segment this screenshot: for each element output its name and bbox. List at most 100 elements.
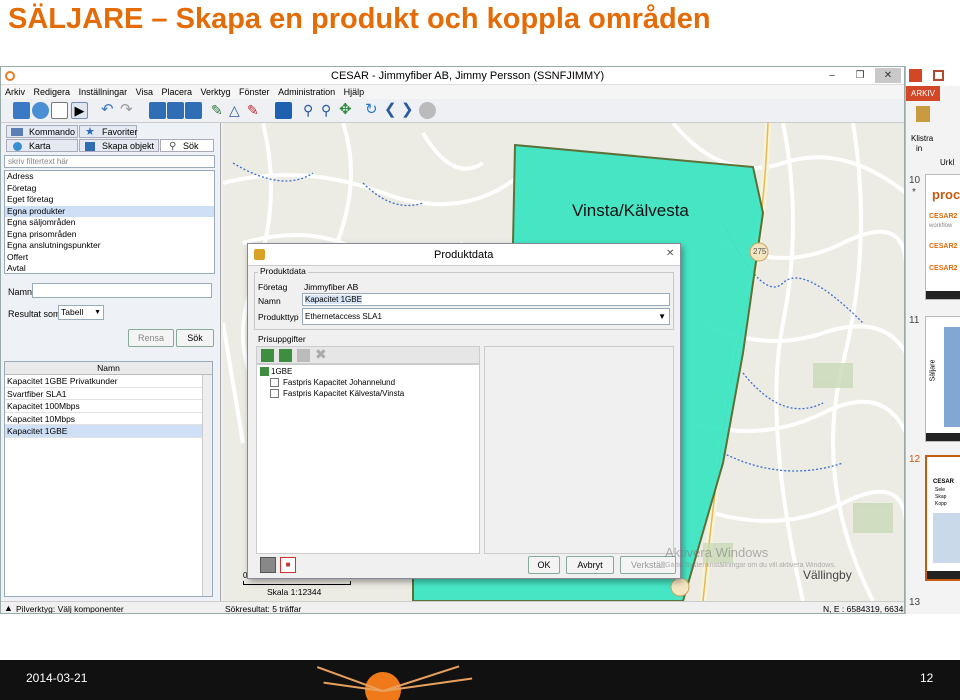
cancel-button[interactable]: Avbryt bbox=[566, 556, 614, 574]
table-header-name[interactable]: Namn bbox=[97, 363, 120, 373]
list-item-egna-anslutningspunkter[interactable]: Egna anslutningspunkter bbox=[5, 240, 214, 252]
ok-button[interactable]: OK bbox=[528, 556, 560, 574]
objects-icon[interactable] bbox=[149, 102, 166, 119]
slide-thumbnail-12-active[interactable]: CESAR Sele Skap Kopp bbox=[925, 455, 960, 581]
save-icon[interactable] bbox=[933, 70, 944, 81]
table-row[interactable]: Kapacitet 100Mbps bbox=[5, 400, 212, 413]
stop-icon[interactable] bbox=[419, 102, 436, 119]
tab-favoriter[interactable]: ★ Favoriter bbox=[79, 125, 138, 138]
footer-page-number: 12 bbox=[920, 671, 934, 685]
checkbox[interactable] bbox=[270, 378, 279, 388]
thumb10-footer bbox=[926, 291, 960, 299]
list-item-avtal[interactable]: Avtal bbox=[5, 263, 214, 273]
tab-sok[interactable]: ⚲ Sök bbox=[160, 139, 214, 152]
table-row[interactable]: Kapacitet 10Mbps bbox=[5, 413, 212, 425]
menu-fonster[interactable]: Fönster bbox=[239, 85, 270, 99]
status-bar: ▲ Pilverktyg: Välj komponenter Sökresult… bbox=[1, 601, 904, 614]
list-item-foretag[interactable]: Företag bbox=[5, 183, 214, 195]
zoom-out-icon[interactable]: ⚲ bbox=[321, 102, 338, 119]
company-label: Företag bbox=[258, 282, 288, 292]
add-area-icon[interactable] bbox=[279, 349, 292, 362]
tree-item[interactable]: Fastpris Kapacitet Johannelund bbox=[270, 378, 395, 388]
menu-arkiv[interactable]: Arkiv bbox=[5, 85, 25, 99]
list-item-egna-produkter[interactable]: Egna produkter bbox=[5, 205, 214, 217]
layers-icon[interactable] bbox=[13, 102, 30, 119]
result-as-select[interactable]: Tabell ▼ bbox=[58, 305, 104, 320]
list-item-egna-prisomraden[interactable]: Egna prisområden bbox=[5, 229, 214, 241]
paste-label: Klistra bbox=[911, 134, 934, 143]
table-row[interactable]: Kapacitet 1GBE Privatkunder bbox=[5, 375, 212, 388]
cesar-window: CESAR - Jimmyfiber AB, Jimmy Persson (SS… bbox=[0, 66, 905, 614]
table-scrollbar[interactable] bbox=[202, 375, 212, 596]
dialog-close-icon[interactable]: ✕ bbox=[666, 248, 674, 259]
checkbox[interactable] bbox=[270, 389, 279, 399]
tree-item[interactable]: Fastpris Kapacitet Kälvesta/Vinsta bbox=[270, 389, 404, 399]
menu-verktyg[interactable]: Verktyg bbox=[201, 85, 231, 99]
draw-polygon-icon[interactable]: △ bbox=[229, 102, 246, 119]
thumb11-footer bbox=[926, 433, 960, 441]
status-results: Sökresultat: 5 träffar bbox=[225, 604, 302, 614]
name-field[interactable] bbox=[32, 283, 212, 298]
pointer-icon[interactable]: ▶ bbox=[71, 102, 88, 119]
paste-icon[interactable] bbox=[916, 106, 930, 122]
menu-installningar[interactable]: Inställningar bbox=[79, 85, 128, 99]
close-icon[interactable]: ✕ bbox=[875, 68, 901, 83]
list-item-adress[interactable]: Adress bbox=[5, 171, 214, 183]
product-name-field[interactable]: Kapacitet 1GBE bbox=[302, 293, 670, 306]
slide-thumbnail-10[interactable]: proc CESAR2 workflow CESAR2 CESAR2 bbox=[925, 174, 960, 300]
thumb10-item: CESAR2 bbox=[929, 243, 958, 250]
draw-line-icon[interactable]: ✎ bbox=[211, 102, 228, 119]
list-item-offert[interactable]: Offert bbox=[5, 252, 214, 264]
dialog-title: Produktdata bbox=[434, 249, 494, 261]
menu-administration[interactable]: Administration bbox=[278, 85, 335, 99]
slide-thumbnail-11[interactable]: Säljare bbox=[925, 316, 960, 442]
tab-karta[interactable]: Karta bbox=[6, 139, 78, 152]
tree-root[interactable]: 1GBE bbox=[260, 367, 292, 377]
company-value: Jimmyfiber AB bbox=[304, 282, 359, 292]
tab-skapa-objekt-label: Skapa objekt bbox=[102, 141, 155, 151]
back-icon[interactable]: ❮ bbox=[384, 102, 401, 119]
menu-hjalp[interactable]: Hjälp bbox=[344, 85, 365, 99]
product-type-select[interactable]: Ethernetaccess SLA1 ▼ bbox=[302, 308, 670, 325]
objects-add-icon[interactable] bbox=[167, 102, 184, 119]
list-item-egna-saljomraden[interactable]: Egna säljområden bbox=[5, 217, 214, 229]
menu-visa[interactable]: Visa bbox=[136, 85, 153, 99]
object-type-list[interactable]: Adress Företag Eget företag Egna produkt… bbox=[4, 170, 215, 274]
table-row-selected[interactable]: Kapacitet 1GBE bbox=[5, 425, 212, 438]
thumb-number-13: 13 bbox=[909, 597, 921, 608]
delete-price-icon[interactable]: ✖ bbox=[315, 346, 327, 363]
refresh-icon[interactable]: ↻ bbox=[365, 102, 382, 119]
zoom-in-icon[interactable]: ⚲ bbox=[303, 102, 320, 119]
redo-icon[interactable]: ↷ bbox=[120, 102, 137, 119]
add-price-icon[interactable] bbox=[261, 349, 274, 362]
box-icon[interactable] bbox=[275, 102, 292, 119]
list-item-eget-foretag[interactable]: Eget företag bbox=[5, 194, 214, 206]
menu-redigera[interactable]: Redigera bbox=[34, 85, 71, 99]
menu-placera[interactable]: Placera bbox=[161, 85, 192, 99]
edit-icon[interactable]: ✎ bbox=[247, 102, 264, 119]
pdf-icon[interactable]: ■ bbox=[280, 557, 296, 573]
tab-favoriter-label: Favoriter bbox=[102, 127, 138, 137]
filter-input[interactable]: skriv filtertext här bbox=[4, 155, 215, 168]
restore-icon[interactable]: ❐ bbox=[847, 68, 873, 83]
forward-icon[interactable]: ❯ bbox=[401, 102, 418, 119]
objects-group-icon[interactable] bbox=[185, 102, 202, 119]
document-icon[interactable] bbox=[51, 102, 68, 119]
undo-icon[interactable]: ↶ bbox=[101, 102, 118, 119]
thumb10-item: CESAR2 bbox=[929, 265, 958, 272]
clear-button[interactable]: Rensa bbox=[128, 329, 174, 347]
save-icon[interactable] bbox=[260, 557, 276, 573]
table-row[interactable]: Svartfiber SLA1 bbox=[5, 388, 212, 400]
ppt-file-tab[interactable]: ARKIV bbox=[906, 86, 940, 101]
search-button[interactable]: Sök bbox=[176, 329, 214, 347]
place-label: Vällingby bbox=[803, 568, 852, 582]
edit-price-icon[interactable] bbox=[297, 349, 310, 362]
product-type-value: Ethernetaccess SLA1 bbox=[305, 312, 382, 321]
tab-skapa-objekt[interactable]: Skapa objekt bbox=[79, 139, 159, 152]
tab-kommando[interactable]: Kommando bbox=[6, 125, 78, 138]
globe-icon[interactable] bbox=[32, 102, 49, 119]
pan-icon[interactable]: ✥ bbox=[339, 102, 356, 119]
minimize-icon[interactable]: – bbox=[819, 68, 845, 83]
window-titlebar: CESAR - Jimmyfiber AB, Jimmy Persson (SS… bbox=[1, 67, 904, 85]
tab-karta-label: Karta bbox=[29, 141, 51, 151]
